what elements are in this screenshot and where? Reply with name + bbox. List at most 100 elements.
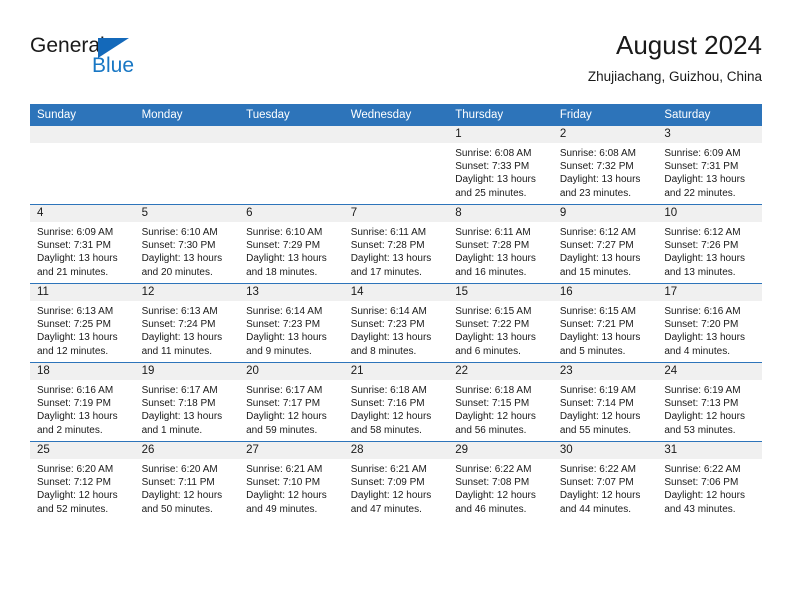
day-details: Sunrise: 6:10 AM Sunset: 7:29 PM Daylight:… — [239, 222, 344, 279]
day-details: Sunrise: 6:19 AM Sunset: 7:14 PM Daylight:… — [553, 380, 658, 437]
calendar-day-cell[interactable]: 10 Sunrise: 6:12 AM Sunset: 7:26 PM Dayligh… — [657, 204, 762, 284]
day-number: 25 — [30, 442, 135, 459]
sunset-text: Sunset: 7:30 PM — [141, 240, 216, 252]
calendar-day-cell[interactable]: 28 Sunrise: 6:21 AM Sunset: 7:09 PM Dayligh… — [343, 441, 449, 520]
calendar-day-cell[interactable]: 12 Sunrise: 6:13 AM Sunset: 7:24 PM Dayligh… — [134, 283, 240, 363]
sunset-text: Sunset: 7:10 PM — [246, 477, 321, 489]
day-details: Sunrise: 6:22 AM Sunset: 7:08 PM Daylight:… — [448, 459, 553, 516]
day-details: Sunrise: 6:14 AM Sunset: 7:23 PM Daylight:… — [239, 301, 344, 358]
calendar-day-cell[interactable]: 23 Sunrise: 6:19 AM Sunset: 7:14 PM Dayligh… — [552, 362, 658, 442]
daylight-text-line1: Daylight: 12 hours — [455, 490, 536, 502]
calendar-day-cell[interactable]: 29 Sunrise: 6:22 AM Sunset: 7:08 PM Dayligh… — [448, 441, 553, 520]
calendar-day-cell[interactable]: 7 Sunrise: 6:11 AM Sunset: 7:28 PM Daylight… — [343, 204, 449, 284]
sunrise-text: Sunrise: 6:18 AM — [350, 385, 427, 396]
day-number: 13 — [239, 284, 344, 301]
day-details: Sunrise: 6:16 AM Sunset: 7:19 PM Daylight:… — [30, 380, 135, 437]
sunset-text: Sunset: 7:21 PM — [559, 319, 634, 331]
calendar-day-cell[interactable]: 3 Sunrise: 6:09 AM Sunset: 7:31 PM Daylight… — [657, 126, 762, 205]
calendar-day-cell[interactable]: 15 Sunrise: 6:15 AM Sunset: 7:22 PM Dayligh… — [448, 283, 553, 363]
day-details: Sunrise: 6:21 AM Sunset: 7:09 PM Daylight:… — [344, 459, 449, 516]
day-details: Sunrise: 6:17 AM Sunset: 7:18 PM Daylight:… — [135, 380, 240, 437]
calendar-day-cell[interactable]: 8 Sunrise: 6:11 AM Sunset: 7:28 PM Daylight… — [448, 204, 553, 284]
day-number — [30, 126, 135, 143]
sunset-text: Sunset: 7:20 PM — [664, 319, 739, 331]
sunset-text: Sunset: 7:12 PM — [37, 477, 111, 489]
day-number: 23 — [552, 363, 658, 380]
calendar-day-cell[interactable]: 5 Sunrise: 6:10 AM Sunset: 7:30 PM Daylight… — [134, 204, 240, 284]
day-details: Sunrise: 6:09 AM Sunset: 7:31 PM Daylight:… — [30, 222, 135, 279]
day-details: Sunrise: 6:22 AM Sunset: 7:07 PM Daylight:… — [553, 459, 658, 516]
calendar-week-row: 18 Sunrise: 6:16 AM Sunset: 7:19 PM Dayligh… — [30, 362, 762, 442]
sunrise-text: Sunrise: 6:16 AM — [37, 385, 114, 396]
day-details: Sunrise: 6:20 AM Sunset: 7:12 PM Daylight:… — [30, 459, 135, 516]
calendar-day-cell[interactable]: 21 Sunrise: 6:18 AM Sunset: 7:16 PM Dayligh… — [343, 362, 449, 442]
sunset-text: Sunset: 7:24 PM — [141, 319, 216, 331]
sunrise-text: Sunrise: 6:14 AM — [246, 306, 323, 317]
day-number: 3 — [657, 126, 762, 143]
sunrise-text: Sunrise: 6:14 AM — [350, 306, 427, 317]
calendar-grid: Sunday Monday Tuesday Wednesday Thursday Frid… — [30, 104, 762, 520]
sunrise-text: Sunrise: 6:08 AM — [455, 148, 532, 159]
sunset-text: Sunset: 7:07 PM — [559, 477, 634, 489]
sunset-text: Sunset: 7:23 PM — [350, 319, 425, 331]
calendar-day-cell[interactable]: 13 Sunrise: 6:14 AM Sunset: 7:23 PM Dayligh… — [239, 283, 344, 363]
daylight-text-line1: Daylight: 13 hours — [664, 253, 745, 265]
calendar-day-cell[interactable]: 4 Sunrise: 6:09 AM Sunset: 7:31 PM Daylight… — [30, 204, 135, 284]
calendar-day-cell[interactable]: 6 Sunrise: 6:10 AM Sunset: 7:29 PM Daylight… — [239, 204, 344, 284]
daylight-text-line1: Daylight: 13 hours — [664, 174, 745, 186]
daylight-text-line1: Daylight: 13 hours — [350, 332, 432, 344]
daylight-text-line2: and 9 minutes. — [246, 345, 312, 357]
daylight-text-line2: and 58 minutes. — [350, 424, 422, 436]
sunset-text: Sunset: 7:06 PM — [664, 477, 739, 489]
sunrise-text: Sunrise: 6:10 AM — [246, 227, 323, 238]
calendar-day-cell[interactable]: 24 Sunrise: 6:19 AM Sunset: 7:13 PM Dayligh… — [657, 362, 762, 442]
calendar-day-cell[interactable]: 31 Sunrise: 6:22 AM Sunset: 7:06 PM Dayligh… — [657, 441, 762, 520]
calendar-day-cell[interactable]: 17 Sunrise: 6:16 AM Sunset: 7:20 PM Dayligh… — [657, 283, 762, 363]
daylight-text-line2: and 22 minutes. — [664, 187, 736, 199]
daylight-text-line1: Daylight: 12 hours — [37, 490, 118, 502]
daylight-text-line1: Daylight: 13 hours — [455, 174, 536, 186]
sunrise-text: Sunrise: 6:15 AM — [559, 306, 636, 317]
day-details: Sunrise: 6:21 AM Sunset: 7:10 PM Daylight:… — [239, 459, 344, 516]
calendar-day-cell[interactable]: 18 Sunrise: 6:16 AM Sunset: 7:19 PM Dayligh… — [30, 362, 135, 442]
calendar-day-cell[interactable]: 14 Sunrise: 6:14 AM Sunset: 7:23 PM Dayligh… — [343, 283, 449, 363]
calendar-day-cell[interactable]: 27 Sunrise: 6:21 AM Sunset: 7:10 PM Dayligh… — [239, 441, 344, 520]
calendar-day-cell[interactable]: 16 Sunrise: 6:15 AM Sunset: 7:21 PM Dayligh… — [552, 283, 658, 363]
day-number — [343, 126, 449, 143]
sunset-text: Sunset: 7:18 PM — [141, 398, 216, 410]
daylight-text-line2: and 59 minutes. — [246, 424, 318, 436]
sunset-text: Sunset: 7:13 PM — [664, 398, 739, 410]
daylight-text-line1: Daylight: 12 hours — [350, 490, 432, 502]
location-subtitle: Zhujiachang, Guizhou, China — [587, 69, 762, 84]
calendar-day-cell[interactable]: 9 Sunrise: 6:12 AM Sunset: 7:27 PM Daylight… — [552, 204, 658, 284]
day-details: Sunrise: 6:09 AM Sunset: 7:31 PM Daylight:… — [657, 143, 762, 200]
calendar-day-cell[interactable]: 20 Sunrise: 6:17 AM Sunset: 7:17 PM Dayligh… — [239, 362, 344, 442]
sunset-text: Sunset: 7:33 PM — [455, 161, 530, 173]
calendar-day-cell[interactable]: 30 Sunrise: 6:22 AM Sunset: 7:07 PM Dayligh… — [552, 441, 658, 520]
day-details: Sunrise: 6:10 AM Sunset: 7:30 PM Daylight:… — [135, 222, 240, 279]
calendar-week-row: 25 Sunrise: 6:20 AM Sunset: 7:12 PM Dayligh… — [30, 441, 762, 520]
daylight-text-line1: Daylight: 13 hours — [350, 253, 432, 265]
weekday-header-wednesday: Wednesday — [343, 104, 449, 126]
daylight-text-line2: and 49 minutes. — [246, 503, 318, 515]
day-number: 30 — [552, 442, 658, 459]
calendar-day-cell[interactable]: 19 Sunrise: 6:17 AM Sunset: 7:18 PM Dayligh… — [134, 362, 240, 442]
day-number: 12 — [134, 284, 240, 301]
day-number: 14 — [343, 284, 449, 301]
calendar-day-cell[interactable]: 22 Sunrise: 6:18 AM Sunset: 7:15 PM Dayligh… — [448, 362, 553, 442]
sunrise-text: Sunrise: 6:08 AM — [559, 148, 636, 159]
day-number: 18 — [30, 363, 135, 380]
calendar-day-cell[interactable]: 1 Sunrise: 6:08 AM Sunset: 7:33 PM Daylight… — [448, 126, 553, 205]
daylight-text-line2: and 4 minutes. — [664, 345, 730, 357]
daylight-text-line1: Daylight: 12 hours — [559, 490, 641, 502]
calendar-day-cell[interactable]: 11 Sunrise: 6:13 AM Sunset: 7:25 PM Dayligh… — [30, 283, 135, 363]
day-number: 31 — [657, 442, 762, 459]
sunrise-text: Sunrise: 6:11 AM — [350, 227, 427, 238]
daylight-text-line1: Daylight: 12 hours — [559, 411, 641, 423]
calendar-day-cell[interactable]: 25 Sunrise: 6:20 AM Sunset: 7:12 PM Dayligh… — [30, 441, 135, 520]
day-details: Sunrise: 6:15 AM Sunset: 7:22 PM Daylight:… — [448, 301, 553, 358]
calendar-day-cell[interactable]: 26 Sunrise: 6:20 AM Sunset: 7:11 PM Dayligh… — [134, 441, 240, 520]
sunrise-text: Sunrise: 6:20 AM — [37, 464, 114, 475]
day-number: 17 — [657, 284, 762, 301]
calendar-day-cell[interactable]: 2 Sunrise: 6:08 AM Sunset: 7:32 PM Daylight… — [552, 126, 658, 205]
